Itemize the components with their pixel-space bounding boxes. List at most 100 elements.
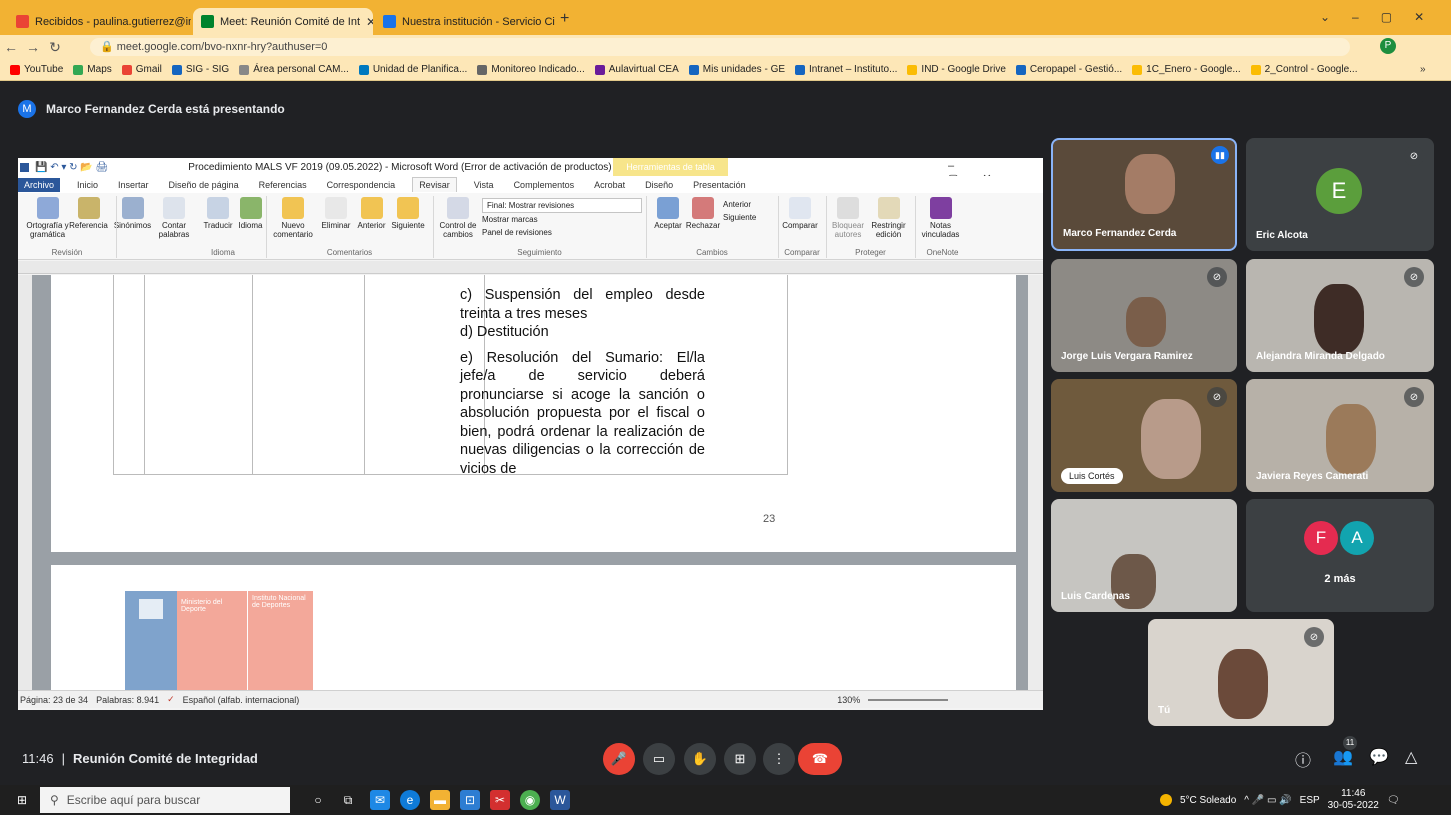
next-comment-button[interactable]: Siguiente [388, 193, 428, 230]
tab-diseno-pagina[interactable]: Diseño de página [166, 180, 242, 190]
next-change-button[interactable]: Siguiente [723, 211, 756, 224]
tab-inicio[interactable]: Inicio [74, 180, 101, 190]
zoom-slider[interactable] [868, 698, 949, 701]
keyboard-language[interactable]: ESP [1300, 795, 1320, 806]
display-review-select[interactable]: Final: Mostrar revisiones [482, 198, 642, 213]
activities-icon[interactable]: △ [1405, 747, 1417, 767]
bookmark[interactable]: Mis unidades - GE [688, 64, 785, 75]
participant-tile[interactable]: F A 2 más [1246, 499, 1434, 612]
bookmarks-more[interactable]: » [1420, 64, 1426, 75]
bookmark[interactable]: Monitoreo Indicado... [477, 64, 585, 75]
tab-acrobat[interactable]: Acrobat [591, 180, 628, 190]
new-tab-button[interactable]: + [560, 10, 569, 28]
windows-start-icon[interactable]: ⊞ [12, 790, 32, 810]
bookmark[interactable]: Gmail [121, 64, 162, 75]
window-controls[interactable]: ⌄–▢✕ [1320, 10, 1446, 24]
camera-toggle-button[interactable]: ▭ [643, 743, 675, 775]
quick-access-icons[interactable]: 💾 ↶ ▾ ↻ 📂 🖨 [35, 162, 108, 173]
participant-tile[interactable]: ⊘ Javiera Reyes Camerati [1246, 379, 1434, 492]
close-icon[interactable]: ✕ [366, 15, 373, 29]
block-authors-button[interactable]: Bloquear autores [828, 193, 868, 239]
language-button[interactable]: Idioma [233, 193, 268, 230]
word-taskbar-icon[interactable]: W [550, 790, 570, 810]
mic-toggle-button[interactable]: 🎤 [603, 743, 635, 775]
tab-revisar[interactable]: Revisar [412, 177, 457, 192]
tab-gmail[interactable]: Recibidos - paulina.gutierrez@in✕ [8, 8, 191, 35]
proofing-icon[interactable]: ✓ [167, 694, 175, 705]
participant-tile[interactable]: ▮▮ Marco Fernandez Cerda [1051, 138, 1237, 251]
translate-button[interactable]: Traducir [198, 193, 238, 230]
research-button[interactable]: Referencia [66, 193, 111, 230]
chat-icon[interactable]: 💬 [1369, 747, 1389, 767]
tab-correspondencia[interactable]: Correspondencia [324, 180, 399, 190]
previous-comment-button[interactable]: Anterior [354, 193, 389, 230]
back-icon[interactable]: ← [0, 39, 22, 55]
previous-change-button[interactable]: Anterior [723, 198, 756, 211]
bookmark[interactable]: Aulavirtual CEA [594, 64, 679, 75]
language-status[interactable]: Español (alfab. internacional) [183, 695, 300, 705]
tab-meet[interactable]: Meet: Reunión Comité de Int ✕ [193, 8, 373, 35]
tab-archivo[interactable]: Archivo [18, 177, 61, 192]
notifications-icon[interactable]: 🗨 [1387, 795, 1400, 806]
tab-vista[interactable]: Vista [471, 180, 497, 190]
file-explorer-icon[interactable]: ▬ [430, 790, 450, 810]
raise-hand-button[interactable]: ✋ [684, 743, 716, 775]
tab-presentacion[interactable]: Presentación [690, 180, 749, 190]
participant-tile[interactable]: Luis Cardenas [1051, 499, 1237, 612]
participant-tile[interactable]: ⊘ Luis Cortés [1051, 379, 1237, 492]
profile-avatar[interactable]: P [1380, 38, 1396, 54]
word-count-button[interactable]: Contar palabras [154, 193, 194, 239]
participant-tile[interactable]: E ⊘ Eric Alcota [1246, 138, 1434, 251]
bookmark[interactable]: IND - Google Drive [907, 64, 1006, 75]
page-count[interactable]: Página: 23 de 34 [20, 695, 88, 705]
bookmark[interactable]: YouTube [10, 64, 63, 75]
show-markup-button[interactable]: Mostrar marcas [482, 213, 642, 226]
info-icon[interactable]: ⓘ [1295, 747, 1311, 771]
taskbar-search[interactable]: ⚲ Escribe aquí para buscar [40, 787, 290, 813]
tab-servicio-civil[interactable]: Nuestra institución - Servicio Civ✕ [375, 8, 555, 35]
bookmark[interactable]: Ceropapel - Gestió... [1015, 64, 1122, 75]
reviewing-pane-button[interactable]: Panel de revisiones [482, 226, 642, 239]
tab-diseno[interactable]: Diseño [642, 180, 676, 190]
weather[interactable]: 5°C Soleado [1180, 795, 1236, 806]
url-input[interactable]: 🔒 meet.google.com/bvo-nxnr-hry?authuser=… [90, 38, 1350, 56]
bookmark[interactable]: Área personal CAM... [239, 64, 349, 75]
word-count[interactable]: Palabras: 8.941 [96, 695, 159, 705]
clock[interactable]: 11:46 30-05-2022 [1328, 788, 1379, 812]
tab-referencias[interactable]: Referencias [256, 180, 310, 190]
compare-button[interactable]: Comparar [780, 193, 820, 230]
present-button[interactable]: ⊞ [724, 743, 756, 775]
tray-icons[interactable]: ^ 🎤 ▭ 🔊 [1244, 795, 1291, 806]
linked-notes-button[interactable]: Notas vinculadas [918, 193, 963, 239]
cortana-icon[interactable]: ○ [308, 790, 328, 810]
participant-tile[interactable]: ⊘ Jorge Luis Vergara Ramirez [1051, 259, 1237, 372]
bookmark[interactable]: Maps [73, 64, 112, 75]
snip-icon[interactable]: ✂ [490, 790, 510, 810]
more-options-button[interactable]: ⋮ [763, 743, 795, 775]
reject-button[interactable]: Rechazar [683, 193, 723, 230]
mail-icon[interactable]: ✉ [370, 790, 390, 810]
people-button[interactable]: 👥 [1333, 747, 1353, 767]
restrict-editing-button[interactable]: Restringir edición [866, 193, 911, 239]
bookmark[interactable]: SIG - SIG [171, 64, 229, 75]
bookmark[interactable]: 2_Control - Google... [1250, 64, 1357, 75]
edge-icon[interactable]: e [400, 790, 420, 810]
participant-tile[interactable]: ⊘ Alejandra Miranda Delgado [1246, 259, 1434, 372]
forward-icon[interactable]: → [22, 39, 44, 55]
tab-insertar[interactable]: Insertar [115, 180, 152, 190]
store-icon[interactable]: ⊡ [460, 790, 480, 810]
document-text[interactable]: c) Suspensión del empleo desde treinta a… [460, 286, 705, 478]
accept-button[interactable]: Aceptar [648, 193, 688, 230]
leave-call-button[interactable]: ☎ [798, 743, 842, 775]
reload-icon[interactable]: ↻ [44, 39, 66, 56]
chrome-icon[interactable]: ◉ [520, 790, 540, 810]
bookmark[interactable]: Intranet – Instituto... [795, 64, 897, 75]
new-comment-button[interactable]: Nuevo comentario [268, 193, 318, 239]
track-changes-button[interactable]: Control de cambios [436, 193, 480, 239]
bookmark[interactable]: Unidad de Planifica... [358, 64, 467, 75]
bookmark[interactable]: 1C_Enero - Google... [1132, 64, 1241, 75]
self-tile[interactable]: ⊘ Tú [1148, 619, 1334, 726]
vertical-scrollbar[interactable] [1028, 275, 1043, 690]
task-view-icon[interactable]: ⧉ [338, 790, 358, 810]
delete-comment-button[interactable]: Eliminar [316, 193, 356, 230]
